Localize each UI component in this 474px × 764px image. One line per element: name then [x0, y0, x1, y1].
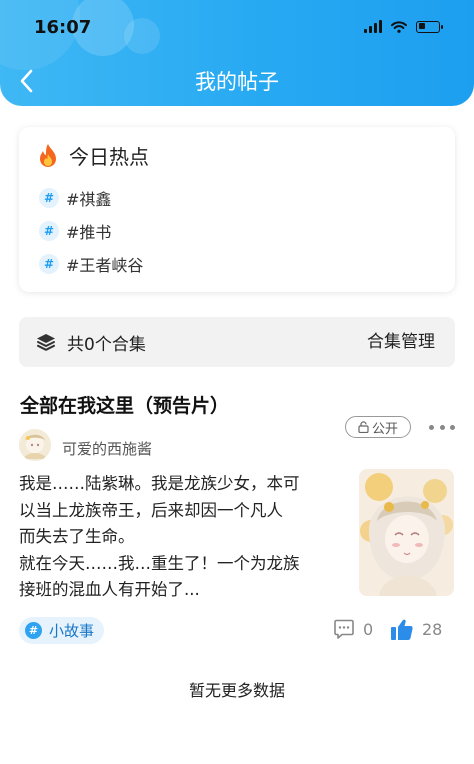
- topic-tag-button[interactable]: # 小故事: [19, 617, 105, 644]
- post-thumbnail[interactable]: [359, 469, 454, 596]
- status-icons: [364, 20, 443, 33]
- hashtag-icon: #: [39, 254, 59, 274]
- manage-collections-button[interactable]: 合集管理: [367, 317, 435, 367]
- page-title: 我的帖子: [195, 70, 279, 94]
- hot-topic-label: #王者峡谷: [66, 256, 144, 275]
- collections-bar: 共0个合集 合集管理: [19, 317, 455, 367]
- status-time: 16:07: [34, 17, 92, 38]
- hot-topic-item[interactable]: # #王者峡谷: [39, 252, 143, 276]
- post-body-line: 而失去了生命。: [19, 527, 135, 546]
- hashtag-icon: #: [39, 221, 59, 241]
- post-body-line: 以当上龙族帝王，后来却因一个凡人: [19, 500, 283, 520]
- like-button[interactable]: 28: [390, 618, 442, 641]
- collections-count: 共0个合集: [35, 317, 146, 367]
- comment-button[interactable]: 0: [333, 619, 373, 640]
- collections-count-label: 共0个合集: [67, 334, 146, 355]
- hashtag-icon: #: [39, 188, 59, 208]
- hot-topics-card: 今日热点 # #祺鑫 # #推书 # #王者峡谷: [19, 127, 455, 292]
- header-decoration: [124, 18, 160, 54]
- visibility-badge[interactable]: 公开: [345, 416, 411, 438]
- app-header: 16:07 我的帖子: [0, 0, 474, 106]
- no-more-data-text: 暂无更多数据: [188, 681, 285, 700]
- lock-icon: [358, 421, 369, 433]
- wifi-icon: [391, 20, 407, 33]
- flame-icon: [40, 143, 56, 167]
- hot-topic-label: #祺鑫: [66, 190, 112, 209]
- author-name[interactable]: 可爱的西施酱: [62, 438, 152, 459]
- layers-icon: [37, 334, 55, 351]
- thumbs-up-icon: [391, 619, 413, 640]
- hot-topic-item[interactable]: # #推书: [39, 219, 111, 243]
- hot-topic-item[interactable]: # #祺鑫: [39, 186, 111, 210]
- author-avatar[interactable]: [19, 429, 51, 461]
- comment-count: 0: [363, 620, 374, 639]
- battery-icon: [416, 20, 443, 33]
- hot-topics-header: 今日热点: [37, 141, 149, 170]
- post-title[interactable]: 全部在我这里（预告片）: [20, 391, 229, 418]
- hot-topic-label: #推书: [66, 223, 112, 242]
- like-count: 28: [422, 620, 443, 639]
- cellular-signal-icon: [364, 20, 382, 33]
- topic-tag-label: 小故事: [49, 622, 95, 640]
- hot-topics-title: 今日热点: [69, 145, 149, 169]
- more-options-icon[interactable]: [429, 420, 455, 434]
- visibility-label: 公开: [371, 421, 398, 437]
- post-body-line: 接班的混血人有开始了...: [19, 580, 200, 599]
- post-body[interactable]: 我是……陆紫琳。我是龙族少女，本可 以当上龙族帝王，后来却因一个凡人 而失去了生…: [19, 471, 349, 604]
- post-body-line: 我是……陆紫琳。我是龙族少女，本可: [19, 474, 300, 493]
- hashtag-icon: #: [25, 622, 42, 639]
- post-body-line: 就在今天……我…重生了！一个为龙族: [19, 553, 300, 573]
- comment-icon: [334, 619, 354, 639]
